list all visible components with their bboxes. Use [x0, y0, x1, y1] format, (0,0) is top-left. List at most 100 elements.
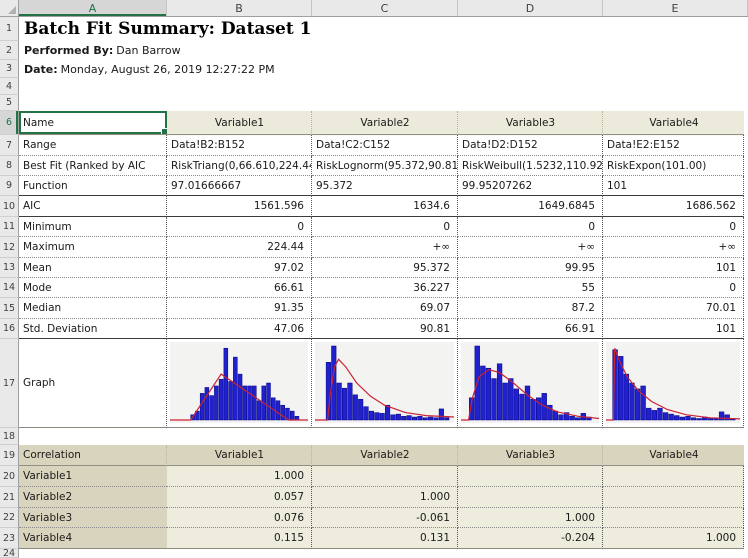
select-all-corner[interactable] — [0, 0, 19, 16]
corr-v2-v1[interactable]: 0.057 — [167, 487, 312, 508]
correlation-header-variable1[interactable]: Variable1 — [167, 445, 312, 466]
correlation-header-variable3[interactable]: Variable3 — [458, 445, 603, 466]
row-header-16[interactable]: 16 — [0, 319, 19, 339]
row-header-18[interactable]: 18 — [0, 428, 19, 445]
minimum-variable2[interactable]: 0 — [312, 217, 458, 237]
cell-name-header[interactable]: Name — [19, 111, 167, 135]
mean-variable2[interactable]: 95.372 — [312, 258, 458, 278]
row-label[interactable]: Range — [19, 135, 167, 156]
maximum-variable3[interactable]: +∞ — [458, 237, 603, 258]
corr-v1-v4[interactable] — [603, 466, 744, 487]
range-variable2[interactable]: Data!C2:C152 — [312, 135, 458, 156]
stddev-variable3[interactable]: 66.91 — [458, 319, 603, 339]
row-header-8[interactable]: 8 — [0, 156, 19, 176]
bestfit-variable4[interactable]: RiskExpon(101.00) — [603, 156, 744, 176]
row-header-9[interactable]: 9 — [0, 176, 19, 196]
minimum-variable3[interactable]: 0 — [458, 217, 603, 237]
row-label[interactable]: Maximum — [19, 237, 167, 258]
range-variable1[interactable]: Data!B2:B152 — [167, 135, 312, 156]
function-variable4[interactable]: 101 — [603, 176, 744, 196]
mode-variable3[interactable]: 55 — [458, 278, 603, 298]
column-header-e[interactable]: E — [603, 0, 748, 16]
row-header-6[interactable]: 6 — [0, 111, 19, 135]
maximum-variable2[interactable]: +∞ — [312, 237, 458, 258]
graph-cell-variable1[interactable] — [167, 339, 312, 428]
aic-variable1[interactable]: 1561.596 — [167, 196, 312, 217]
corr-v3-v4[interactable] — [603, 508, 744, 528]
row-header-14[interactable]: 14 — [0, 278, 19, 298]
row-header-15[interactable]: 15 — [0, 298, 19, 319]
aic-variable3[interactable]: 1649.6845 — [458, 196, 603, 217]
bestfit-variable3[interactable]: RiskWeibull(1.5232,110.92 — [458, 156, 603, 176]
row-header-13[interactable]: 13 — [0, 258, 19, 278]
summary-header-variable3[interactable]: Variable3 — [458, 111, 603, 135]
corr-v3-v3[interactable]: 1.000 — [458, 508, 603, 528]
column-header-d[interactable]: D — [458, 0, 603, 16]
row-label[interactable]: Std. Deviation — [19, 319, 167, 339]
corr-v2-v3[interactable] — [458, 487, 603, 508]
row-label[interactable]: Mean — [19, 258, 167, 278]
stddev-variable1[interactable]: 47.06 — [167, 319, 312, 339]
row-label[interactable]: Variable2 — [19, 487, 167, 508]
mean-variable1[interactable]: 97.02 — [167, 258, 312, 278]
range-variable3[interactable]: Data!D2:D152 — [458, 135, 603, 156]
summary-header-variable4[interactable]: Variable4 — [603, 111, 744, 135]
row-header-1[interactable]: 1 — [0, 17, 19, 41]
row-header-20[interactable]: 20 — [0, 466, 19, 487]
correlation-header-variable4[interactable]: Variable4 — [603, 445, 744, 466]
graph-row-label[interactable]: Graph — [19, 339, 167, 428]
row-label[interactable]: Function — [19, 176, 167, 196]
column-header-a[interactable]: A — [19, 0, 167, 16]
row-header-17[interactable]: 17 — [0, 339, 19, 428]
stddev-variable2[interactable]: 90.81 — [312, 319, 458, 339]
corr-v2-v2[interactable]: 1.000 — [312, 487, 458, 508]
row-label[interactable]: Variable1 — [19, 466, 167, 487]
graph-cell-variable2[interactable] — [312, 339, 458, 428]
row-label[interactable]: Variable3 — [19, 508, 167, 528]
graph-cell-variable4[interactable] — [603, 339, 744, 428]
row-header-2[interactable]: 2 — [0, 41, 19, 60]
row-header-11[interactable]: 11 — [0, 217, 19, 237]
row-header-10[interactable]: 10 — [0, 196, 19, 217]
corr-v3-v1[interactable]: 0.076 — [167, 508, 312, 528]
mode-variable2[interactable]: 36.227 — [312, 278, 458, 298]
row-header-4[interactable]: 4 — [0, 78, 19, 95]
row-label[interactable]: AIC — [19, 196, 167, 217]
corr-v3-v2[interactable]: -0.061 — [312, 508, 458, 528]
summary-header-variable2[interactable]: Variable2 — [312, 111, 458, 135]
mode-variable1[interactable]: 66.61 — [167, 278, 312, 298]
median-variable3[interactable]: 87.2 — [458, 298, 603, 319]
corr-v4-v2[interactable]: 0.131 — [312, 528, 458, 549]
row-header-21[interactable]: 21 — [0, 487, 19, 508]
median-variable2[interactable]: 69.07 — [312, 298, 458, 319]
row-header-7[interactable]: 7 — [0, 135, 19, 156]
row-header-24[interactable]: 24 — [0, 549, 19, 558]
maximum-variable1[interactable]: 224.44 — [167, 237, 312, 258]
function-variable2[interactable]: 95.372 — [312, 176, 458, 196]
corr-v1-v1[interactable]: 1.000 — [167, 466, 312, 487]
median-variable1[interactable]: 91.35 — [167, 298, 312, 319]
corr-v4-v4[interactable]: 1.000 — [603, 528, 744, 549]
corr-v2-v4[interactable] — [603, 487, 744, 508]
row-header-22[interactable]: 22 — [0, 508, 19, 528]
corr-v4-v1[interactable]: 0.115 — [167, 528, 312, 549]
bestfit-variable2[interactable]: RiskLognorm(95.372,90.810 — [312, 156, 458, 176]
mean-variable3[interactable]: 99.95 — [458, 258, 603, 278]
mean-variable4[interactable]: 101 — [603, 258, 744, 278]
report-title[interactable]: Batch Fit Summary: Dataset 1 — [19, 17, 748, 41]
minimum-variable4[interactable]: 0 — [603, 217, 744, 237]
graph-cell-variable3[interactable] — [458, 339, 603, 428]
median-variable4[interactable]: 70.01 — [603, 298, 744, 319]
row-label[interactable]: Mode — [19, 278, 167, 298]
range-variable4[interactable]: Data!E2:E152 — [603, 135, 744, 156]
stddev-variable4[interactable]: 101 — [603, 319, 744, 339]
corr-v4-v3[interactable]: -0.204 — [458, 528, 603, 549]
row-label[interactable]: Median — [19, 298, 167, 319]
row-header-12[interactable]: 12 — [0, 237, 19, 258]
corr-v1-v2[interactable] — [312, 466, 458, 487]
bestfit-variable1[interactable]: RiskTriang(0,66.610,224.44) — [167, 156, 312, 176]
maximum-variable4[interactable]: +∞ — [603, 237, 744, 258]
row-label[interactable]: Minimum — [19, 217, 167, 237]
row-label[interactable]: Best Fit (Ranked by AIC — [19, 156, 167, 176]
row-header-19[interactable]: 19 — [0, 445, 19, 466]
